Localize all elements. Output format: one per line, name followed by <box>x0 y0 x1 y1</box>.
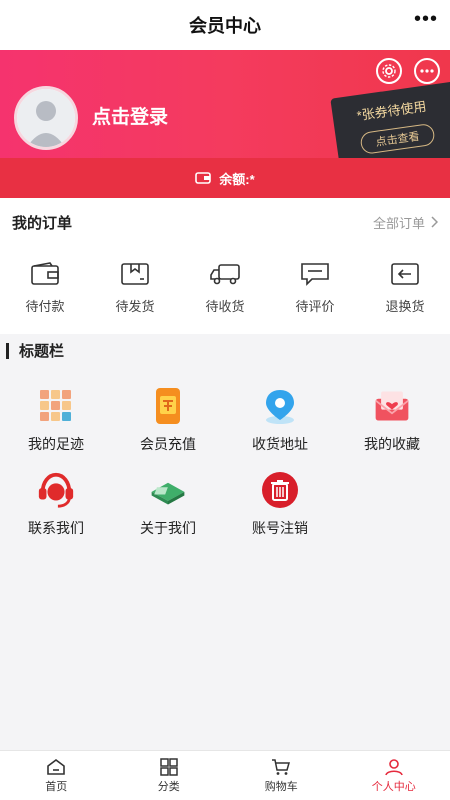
package-icon <box>121 263 149 285</box>
all-orders-link[interactable]: 全部订单 <box>373 213 438 232</box>
order-pending-receipt[interactable]: 待收货 <box>180 246 270 315</box>
order-pending-review[interactable]: 待评价 <box>270 246 360 315</box>
location-pin-icon <box>260 386 300 426</box>
cart-icon <box>272 758 291 775</box>
bottom-tab-bar: 首页 分类 购物车 个人中心 <box>0 750 450 800</box>
order-pending-shipment[interactable]: 待发货 <box>90 246 180 315</box>
top-nav: 会员中心 ••• <box>0 0 450 50</box>
section-title-bar <box>6 342 9 359</box>
service-recharge[interactable]: 会员充值 <box>112 386 224 470</box>
service-address[interactable]: 收货地址 <box>224 386 336 470</box>
about-card-icon <box>148 470 188 510</box>
section-title: 标题栏 <box>6 340 64 361</box>
service-label: 我的收藏 <box>364 436 420 452</box>
wallet-icon <box>195 172 212 184</box>
balance-bar: 余额:* <box>0 158 450 198</box>
member-header: 点击登录 *张券待使用 点击查看 余额:* <box>0 50 450 198</box>
recharge-icon <box>148 386 188 426</box>
tab-category[interactable]: 分类 <box>113 751 226 800</box>
return-icon <box>391 263 419 285</box>
section-title-text: 标题栏 <box>19 343 65 360</box>
service-footprint[interactable]: 我的足迹 <box>0 386 112 470</box>
page-title: 会员中心 <box>189 16 261 36</box>
order-pending-payment[interactable]: 待付款 <box>0 246 90 315</box>
tab-label: 分类 <box>157 780 180 793</box>
tab-label: 个人中心 <box>371 780 416 793</box>
grid-icon <box>160 757 178 776</box>
service-about[interactable]: 关于我们 <box>112 470 224 554</box>
services-grid: 我的足迹 会员充值 收货地址 我的收藏 联系我们 关于我们 账号注销 <box>0 386 450 554</box>
order-label: 待收货 <box>205 299 245 314</box>
coupon-view-button[interactable]: 点击查看 <box>359 122 436 155</box>
all-orders-label: 全部订单 <box>372 215 425 231</box>
more-menu-button[interactable]: ••• <box>414 8 438 31</box>
service-label: 收货地址 <box>252 436 308 452</box>
login-link[interactable]: 点击登录 <box>92 102 168 129</box>
tab-home[interactable]: 首页 <box>0 751 113 800</box>
avatar[interactable] <box>14 86 78 150</box>
orders-card: 我的订单 全部订单 待付款 待发货 待收货 待评价 退换货 <box>0 198 450 334</box>
message-icon[interactable] <box>414 58 440 84</box>
service-favorites[interactable]: 我的收藏 <box>336 386 448 470</box>
favorites-envelope-icon <box>372 386 412 426</box>
service-label: 关于我们 <box>140 520 196 536</box>
tab-label: 首页 <box>45 780 68 793</box>
footprint-icon <box>36 386 76 426</box>
service-label: 我的足迹 <box>28 436 84 452</box>
service-contact[interactable]: 联系我们 <box>0 470 112 554</box>
tab-profile[interactable]: 个人中心 <box>338 751 450 800</box>
orders-title: 我的订单 <box>12 214 73 232</box>
order-return[interactable]: 退换货 <box>360 246 450 315</box>
tab-label: 购物车 <box>264 780 298 793</box>
wallet-icon <box>31 262 59 285</box>
headset-icon <box>36 470 76 510</box>
person-icon <box>384 758 403 775</box>
home-icon <box>47 758 66 775</box>
balance-label: 余额:* <box>219 171 255 187</box>
tab-cart[interactable]: 购物车 <box>225 751 338 800</box>
order-label: 退换货 <box>385 299 425 314</box>
service-label: 会员充值 <box>140 436 196 452</box>
truck-icon <box>210 264 240 285</box>
comment-icon <box>301 263 329 286</box>
coupon-count-text: *张券待使用 <box>355 98 428 124</box>
service-delete-account[interactable]: 账号注销 <box>224 470 336 554</box>
order-label: 待评价 <box>295 299 335 314</box>
service-label: 联系我们 <box>28 520 84 536</box>
header-actions <box>376 58 440 84</box>
settings-icon[interactable] <box>376 58 402 84</box>
trash-icon <box>260 470 300 510</box>
order-label: 待付款 <box>25 299 65 314</box>
service-label: 账号注销 <box>252 520 308 536</box>
chevron-right-icon <box>431 216 438 228</box>
order-label: 待发货 <box>115 299 155 314</box>
